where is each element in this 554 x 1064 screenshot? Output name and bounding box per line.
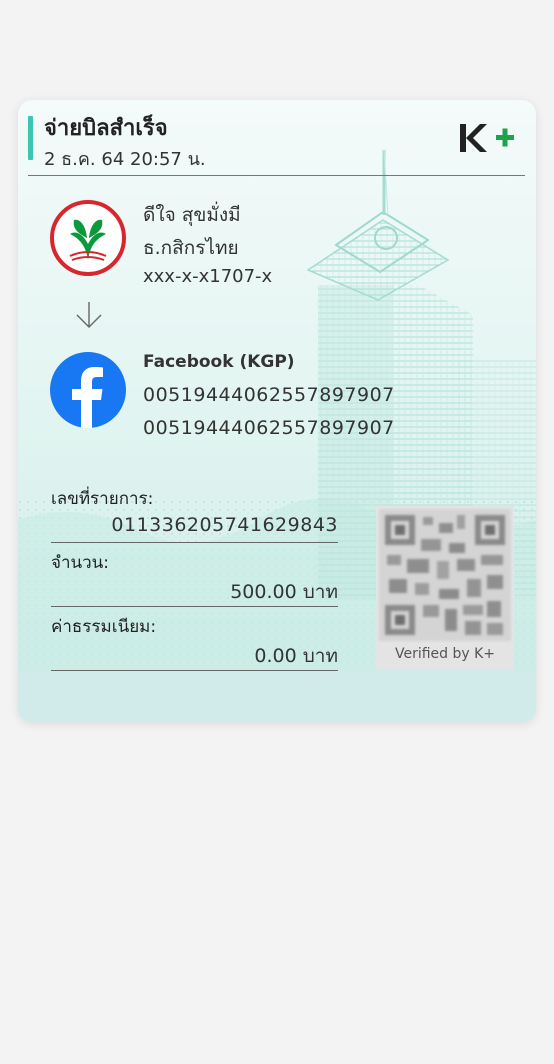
header-divider [28,175,525,176]
fee-label: ค่าธรรมเนียม: [51,617,157,637]
fee-value: 0.00 บาท [254,645,338,667]
recipient-reference-2: 00519444062557897907 [143,417,395,439]
qr-code-icon [379,509,511,641]
header-accent-bar [28,116,33,160]
amount-label: จำนวน: [51,553,110,573]
sender-name: ดีใจ สุขมั่งมี [143,204,241,226]
recipient-name: Facebook (KGP) [143,352,295,372]
verification-qr-code[interactable]: Verified by K+ [376,506,514,670]
facebook-logo-icon [50,352,126,428]
qr-caption: Verified by K+ [394,646,496,662]
page-title: จ่ายบิลสำเร็จ [44,116,168,141]
sender-bank: ธ.กสิกรไทย [143,237,239,259]
payment-slip: จ่ายบิลสำเร็จ 2 ธ.ค. 64 20:57 น. ดีใจ สุ… [18,100,536,722]
slip-footer [18,670,536,722]
amount-divider [51,606,338,607]
transaction-id-value: 011336205741629843 [111,514,338,536]
amount-value: 500.00 บาท [230,581,338,603]
recipient-reference-1: 00519444062557897907 [143,384,395,406]
transaction-id-divider [51,542,338,543]
transaction-id-label: เลขที่รายการ: [51,489,154,509]
transaction-datetime: 2 ธ.ค. 64 20:57 น. [44,149,206,170]
page: จ่ายบิลสำเร็จ 2 ธ.ค. 64 20:57 น. ดีใจ สุ… [0,0,554,1064]
arrow-down-icon [76,302,102,328]
kbank-logo-icon [50,200,126,276]
fee-divider [51,670,338,671]
sender-account: xxx-x-x1707-x [143,266,273,287]
kplus-logo-icon [460,124,514,152]
